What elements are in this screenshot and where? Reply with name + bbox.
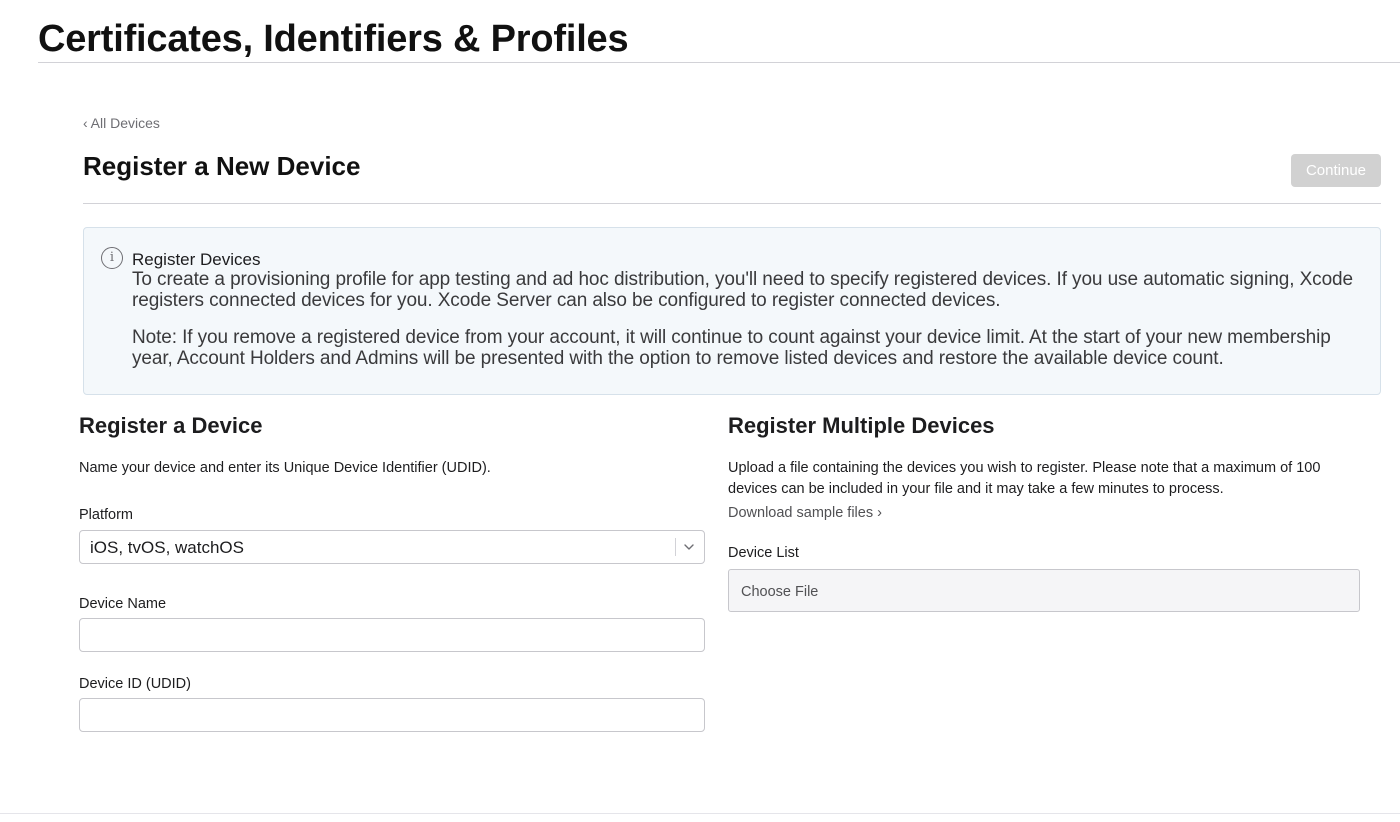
header-divider	[83, 203, 1381, 204]
register-a-device-title: Register a Device	[79, 413, 263, 438]
device-list-file-input[interactable]: Choose File	[728, 569, 1360, 612]
device-id-input[interactable]	[79, 698, 705, 732]
info-paragraph-note: Note: If you remove a registered device …	[132, 327, 1331, 369]
info-circle-icon: i	[101, 247, 123, 269]
continue-button[interactable]: Continue	[1291, 154, 1381, 187]
register-a-device-description: Name your device and enter its Unique De…	[79, 460, 491, 476]
chevron-down-icon	[684, 544, 694, 550]
platform-select-value: iOS, tvOS, watchOS	[90, 538, 244, 557]
choose-file-label: Choose File	[741, 584, 819, 600]
select-divider	[675, 538, 676, 556]
info-heading: Register Devices	[132, 250, 261, 269]
page-title: Certificates, Identifiers & Profiles	[38, 18, 629, 60]
device-list-label: Device List	[728, 545, 799, 561]
download-sample-files-link[interactable]: Download sample files ›	[728, 504, 882, 522]
register-devices-info-box: i Register Devices To create a provision…	[83, 227, 1381, 395]
platform-select[interactable]: iOS, tvOS, watchOS	[79, 530, 705, 564]
chevron-left-icon: ‹	[83, 115, 88, 131]
register-multiple-devices-description: Upload a file containing the devices you…	[728, 460, 1321, 497]
platform-label: Platform	[79, 507, 133, 523]
info-paragraph-provisioning: To create a provisioning profile for app…	[132, 269, 1353, 311]
device-id-label: Device ID (UDID)	[79, 676, 191, 692]
register-new-device-title: Register a New Device	[83, 151, 361, 181]
device-name-input[interactable]	[79, 618, 705, 652]
device-name-label: Device Name	[79, 596, 167, 612]
all-devices-link[interactable]: ‹ All Devices	[83, 114, 160, 132]
all-devices-label: All Devices	[90, 115, 160, 131]
footer-divider	[0, 813, 1400, 814]
register-multiple-devices-title: Register Multiple Devices	[728, 413, 995, 438]
title-divider	[38, 62, 1400, 63]
